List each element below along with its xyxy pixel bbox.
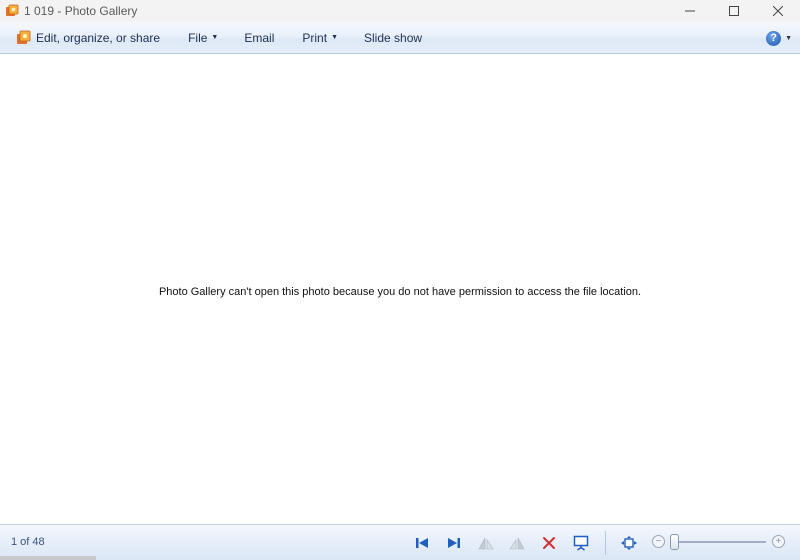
navigation-bar: 1 of 48 − + <box>0 524 800 560</box>
delete-icon <box>543 537 555 549</box>
email-button[interactable]: Email <box>234 26 284 50</box>
print-menu-label: Print <box>302 30 328 45</box>
help-icon: ? <box>766 30 782 46</box>
zoom-in-button[interactable]: + <box>772 535 785 548</box>
taskbar-edge <box>0 556 96 560</box>
close-icon <box>773 6 783 16</box>
command-bar: Edit, organize, or share File ▼ Email Pr… <box>0 22 800 54</box>
close-button[interactable] <box>756 0 800 22</box>
photo-viewer: Photo Gallery can't open this photo beca… <box>0 54 800 524</box>
zoom-slider-thumb[interactable] <box>670 534 679 550</box>
maximize-icon <box>729 6 739 16</box>
previous-button[interactable] <box>411 533 433 553</box>
actual-size-button[interactable] <box>618 533 640 553</box>
photo-counter: 1 of 48 <box>11 536 45 548</box>
permission-error-message: Photo Gallery can't open this photo beca… <box>158 286 642 298</box>
rotate-right-button[interactable] <box>506 533 528 553</box>
slide-show-label: Slide show <box>364 30 423 45</box>
rotate-right-icon <box>509 537 525 550</box>
chevron-down-icon: ▼ <box>785 34 792 42</box>
next-icon <box>448 538 460 548</box>
zoom-out-button[interactable]: − <box>652 535 665 548</box>
slide-show-button[interactable]: Slide show <box>354 26 432 50</box>
email-label: Email <box>244 30 275 45</box>
maximize-button[interactable] <box>712 0 756 22</box>
zoom-slider-track[interactable] <box>676 541 766 543</box>
previous-icon <box>416 538 428 548</box>
photo-gallery-app-icon <box>4 3 20 19</box>
minimize-icon <box>685 10 695 12</box>
actual-size-icon <box>621 536 637 550</box>
photo-gallery-icon <box>16 30 32 46</box>
rotate-left-icon <box>478 537 494 550</box>
window-title: 1 019 - Photo Gallery <box>24 4 138 18</box>
help-button[interactable]: ? ▼ <box>766 28 792 48</box>
window-controls <box>668 0 800 22</box>
next-button[interactable] <box>443 533 465 553</box>
print-menu[interactable]: Print ▼ <box>292 26 348 50</box>
title-bar: 1 019 - Photo Gallery <box>0 0 800 22</box>
play-slide-show-button[interactable] <box>570 533 592 553</box>
edit-organize-share-label: Edit, organize, or share <box>36 30 161 45</box>
delete-button[interactable] <box>538 533 560 553</box>
file-menu[interactable]: File ▼ <box>178 26 228 50</box>
chevron-down-icon: ▼ <box>211 34 219 41</box>
toolbar-separator <box>605 531 606 555</box>
slideshow-icon <box>573 535 589 551</box>
rotate-left-button[interactable] <box>475 533 497 553</box>
file-menu-label: File <box>188 30 208 45</box>
edit-organize-share-button[interactable]: Edit, organize, or share <box>0 26 170 50</box>
chevron-down-icon: ▼ <box>331 34 338 41</box>
minimize-button[interactable] <box>668 0 712 22</box>
